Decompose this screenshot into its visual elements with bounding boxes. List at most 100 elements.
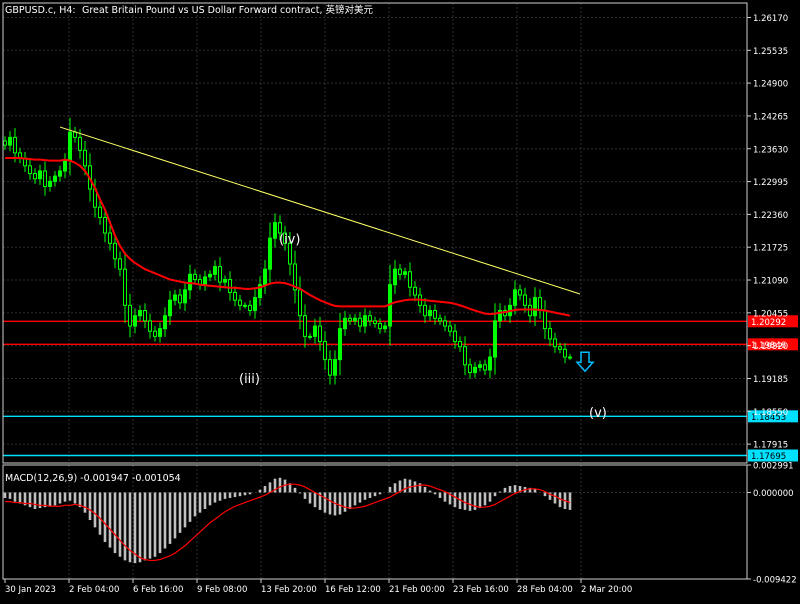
candle-body[interactable] xyxy=(168,299,172,317)
candle-body[interactable] xyxy=(43,170,47,187)
candle-body[interactable] xyxy=(383,325,387,330)
candle-body[interactable] xyxy=(273,222,277,239)
candle-body[interactable] xyxy=(343,317,347,330)
candle-body[interactable] xyxy=(143,310,147,322)
candle-body[interactable] xyxy=(513,289,517,306)
candle-body[interactable] xyxy=(218,266,222,283)
candle-body[interactable] xyxy=(373,320,377,324)
candle-body[interactable] xyxy=(173,294,177,301)
candle-body[interactable] xyxy=(338,328,342,361)
candle-body[interactable] xyxy=(458,341,462,348)
candle-body[interactable] xyxy=(568,356,572,359)
candle-body[interactable] xyxy=(353,317,357,322)
candle-body[interactable] xyxy=(463,346,467,366)
candle-body[interactable] xyxy=(138,310,142,317)
candle-body[interactable] xyxy=(298,289,302,317)
candle-body[interactable] xyxy=(478,364,482,368)
candle-body[interactable] xyxy=(548,328,552,340)
candle-body[interactable] xyxy=(148,320,152,332)
candle-body[interactable] xyxy=(118,258,122,270)
candle-body[interactable] xyxy=(333,359,337,376)
candle-body[interactable] xyxy=(323,341,327,361)
candle-body[interactable] xyxy=(473,366,477,374)
candle-body[interactable] xyxy=(163,315,167,330)
candle-body[interactable] xyxy=(413,286,417,296)
candle-body[interactable] xyxy=(73,131,77,138)
candle-body[interactable] xyxy=(528,304,532,317)
candle-body[interactable] xyxy=(203,276,207,286)
candle-body[interactable] xyxy=(403,271,407,275)
candle-body[interactable] xyxy=(53,175,57,182)
candle-body[interactable] xyxy=(78,136,82,151)
candle-body[interactable] xyxy=(103,216,107,234)
candle-body[interactable] xyxy=(33,173,37,180)
candle-body[interactable] xyxy=(553,338,557,348)
candle-body[interactable] xyxy=(428,310,432,317)
candle-body[interactable] xyxy=(318,325,322,343)
candle-body[interactable] xyxy=(83,149,87,167)
candle-body[interactable] xyxy=(38,170,42,180)
candle-body[interactable] xyxy=(238,299,242,306)
candle-body[interactable] xyxy=(28,165,32,175)
candle-body[interactable] xyxy=(358,317,362,327)
candle-body[interactable] xyxy=(443,320,447,327)
candle-body[interactable] xyxy=(308,335,312,338)
candle-body[interactable] xyxy=(63,160,67,172)
candle-body[interactable] xyxy=(363,315,367,327)
candle-body[interactable] xyxy=(68,131,72,162)
candle-body[interactable] xyxy=(228,279,232,293)
candle-body[interactable] xyxy=(128,304,132,327)
candle-body[interactable] xyxy=(523,294,527,306)
candle-body[interactable] xyxy=(243,304,247,307)
candle-body[interactable] xyxy=(213,266,217,275)
candle-body[interactable] xyxy=(3,140,7,146)
candle-body[interactable] xyxy=(223,279,227,283)
candle-body[interactable] xyxy=(493,320,497,358)
candle-body[interactable] xyxy=(398,268,402,275)
candle-body[interactable] xyxy=(348,317,352,322)
candle-body[interactable] xyxy=(303,315,307,337)
candle-body[interactable] xyxy=(193,273,197,281)
candle-body[interactable] xyxy=(518,289,522,296)
candle-body[interactable] xyxy=(393,268,397,286)
candle-body[interactable] xyxy=(133,315,137,327)
candle-body[interactable] xyxy=(98,206,102,218)
candle-body[interactable] xyxy=(558,346,562,350)
candle-body[interactable] xyxy=(468,364,472,374)
candle-body[interactable] xyxy=(423,304,427,317)
candle-body[interactable] xyxy=(533,297,537,317)
candle-body[interactable] xyxy=(178,294,182,304)
trendline[interactable] xyxy=(59,126,581,295)
candle-body[interactable] xyxy=(483,364,487,371)
candle-body[interactable] xyxy=(433,310,437,319)
candle-body[interactable] xyxy=(48,180,52,187)
candle-body[interactable] xyxy=(108,232,112,244)
candle-body[interactable] xyxy=(408,271,412,288)
candle-body[interactable] xyxy=(438,317,442,322)
candle-body[interactable] xyxy=(263,268,267,286)
candle-body[interactable] xyxy=(113,242,117,260)
candle-body[interactable] xyxy=(538,297,542,312)
candle-body[interactable] xyxy=(158,328,162,337)
candle-body[interactable] xyxy=(183,289,187,304)
candle-body[interactable] xyxy=(563,348,567,358)
candle-body[interactable] xyxy=(453,330,457,343)
candle-body[interactable] xyxy=(248,304,252,312)
candle-body[interactable] xyxy=(208,273,212,278)
candle-body[interactable] xyxy=(253,297,257,312)
candle-body[interactable] xyxy=(268,237,272,270)
candle-body[interactable] xyxy=(378,322,382,330)
candle-body[interactable] xyxy=(153,330,157,337)
candle-body[interactable] xyxy=(13,136,17,154)
candle-body[interactable] xyxy=(123,268,127,306)
candle-body[interactable] xyxy=(368,315,372,322)
candle-body[interactable] xyxy=(543,310,547,330)
candle-body[interactable] xyxy=(8,136,12,146)
price-axis[interactable]: 1.26170 1.25535 1.24900 1.24265 1.23630 1.229… xyxy=(747,14,788,451)
candle-body[interactable] xyxy=(448,325,452,332)
trendline-line[interactable] xyxy=(59,126,581,295)
candle-body[interactable] xyxy=(233,291,237,301)
candle-body[interactable] xyxy=(328,359,332,376)
candle-body[interactable] xyxy=(313,325,317,337)
time-axis[interactable]: 30 Jan 2023 2 Feb 04:00 6 Feb 16:00 9 Feb 0… xyxy=(4,579,632,595)
